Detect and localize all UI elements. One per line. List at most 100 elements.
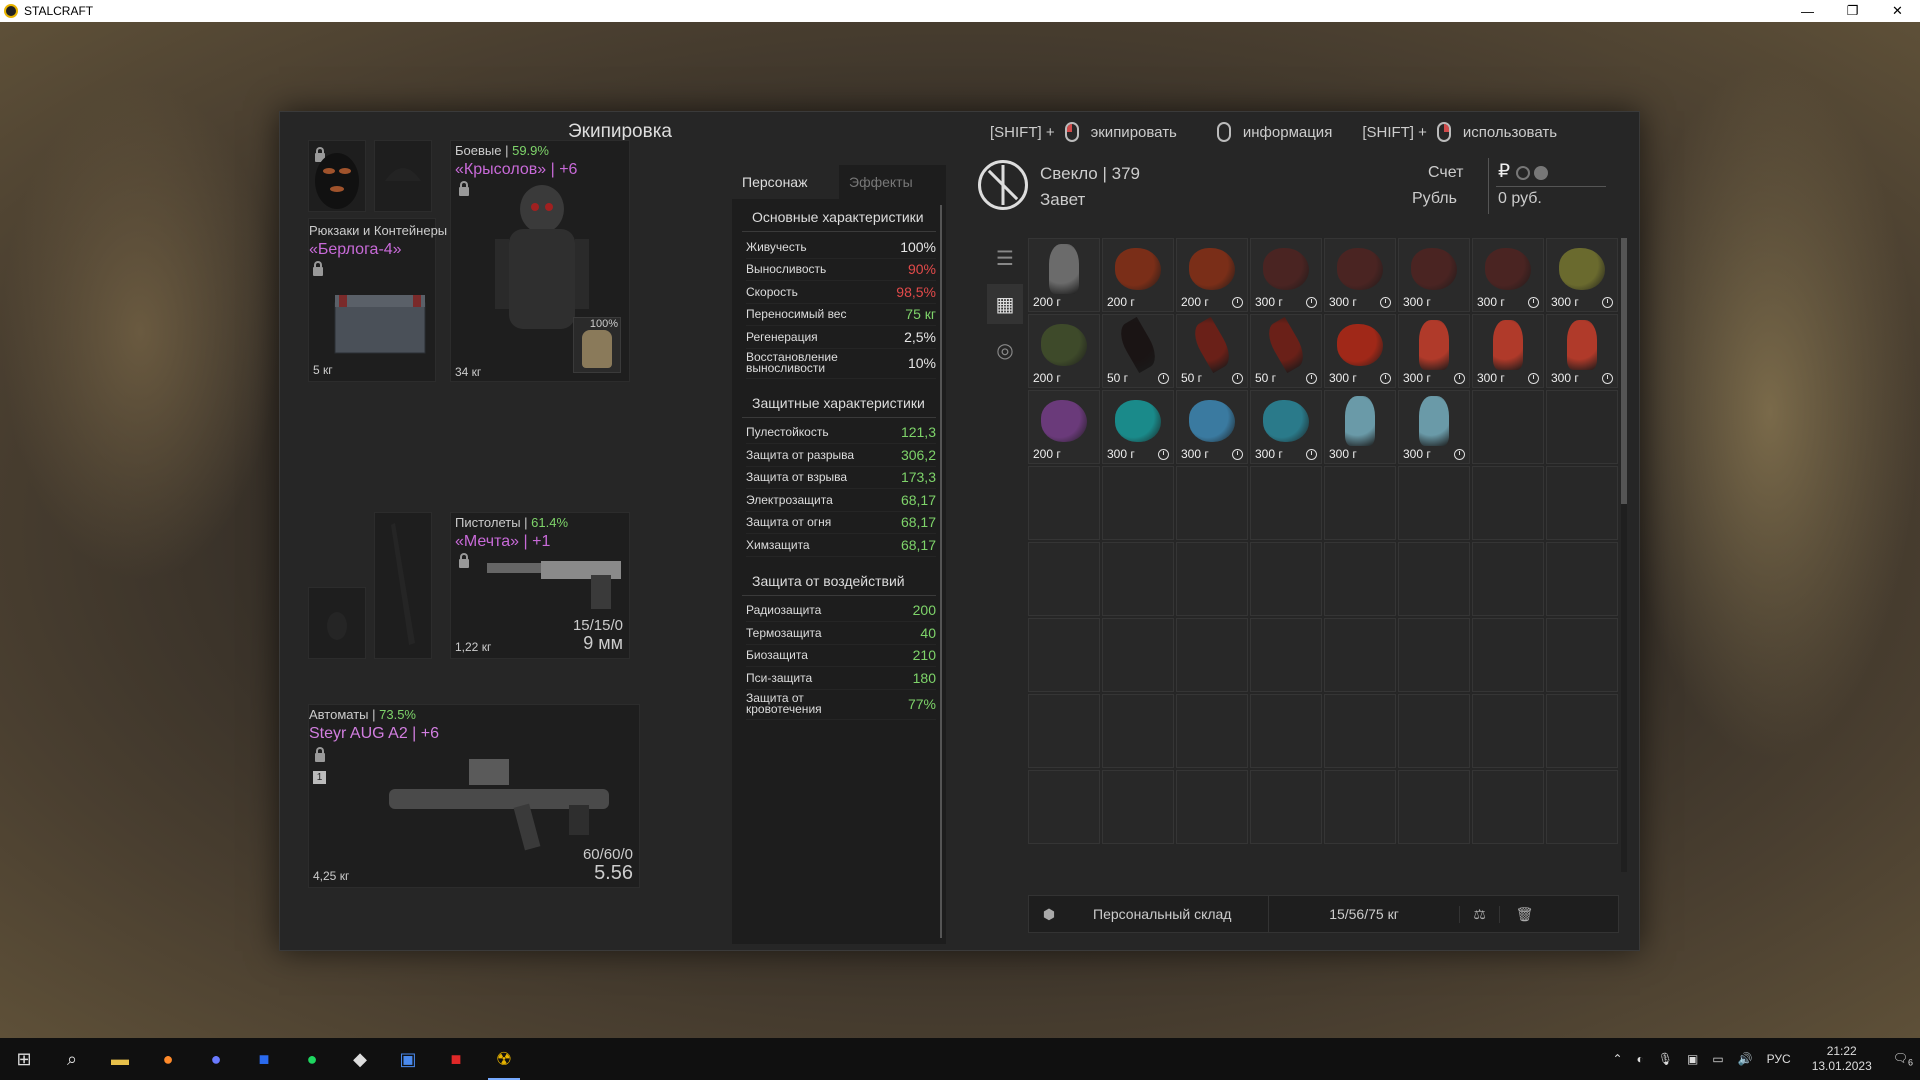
minimize-button[interactable]: — — [1785, 0, 1830, 22]
empty-inventory-cell[interactable] — [1324, 694, 1396, 768]
game-launcher-icon[interactable]: ◆ — [336, 1038, 384, 1080]
storage-button[interactable]: Персональный склад — [1069, 896, 1269, 932]
inventory-item[interactable]: 300 г — [1398, 314, 1470, 388]
language-indicator[interactable]: РУС — [1767, 1052, 1791, 1066]
inventory-item[interactable]: 50 г — [1102, 314, 1174, 388]
network-icon[interactable]: ▭ — [1712, 1052, 1723, 1066]
grenade-slot[interactable] — [308, 587, 366, 659]
file-explorer-icon[interactable]: ▬ — [96, 1038, 144, 1080]
tray-expand-icon[interactable]: ⌃ — [1612, 1052, 1622, 1066]
empty-inventory-cell[interactable] — [1472, 770, 1544, 844]
knife-slot[interactable] — [374, 512, 432, 659]
empty-inventory-cell[interactable] — [1102, 770, 1174, 844]
armor-plate[interactable]: 100% — [573, 317, 621, 373]
inventory-item[interactable]: 200 г — [1176, 238, 1248, 312]
app-icon-launcher[interactable]: ■ — [240, 1038, 288, 1080]
spotify-icon[interactable]: ● — [288, 1038, 336, 1080]
empty-inventory-cell[interactable] — [1546, 770, 1618, 844]
artifact-view-icon[interactable]: ◎ — [987, 330, 1023, 370]
empty-inventory-cell[interactable] — [1102, 542, 1174, 616]
inventory-item[interactable]: 200 г — [1102, 238, 1174, 312]
empty-inventory-cell[interactable] — [1546, 694, 1618, 768]
empty-inventory-cell[interactable] — [1472, 694, 1544, 768]
empty-inventory-cell[interactable] — [1102, 694, 1174, 768]
microphone-icon[interactable]: 🎙 — [1658, 1052, 1673, 1066]
helmet-slot[interactable] — [374, 140, 432, 212]
empty-inventory-cell[interactable] — [1324, 770, 1396, 844]
empty-inventory-cell[interactable] — [1398, 542, 1470, 616]
empty-inventory-cell[interactable] — [1176, 466, 1248, 540]
inventory-item[interactable]: 300 г — [1398, 390, 1470, 464]
inventory-item[interactable]: 300 г — [1250, 390, 1322, 464]
empty-inventory-cell[interactable] — [1324, 542, 1396, 616]
armor-slot[interactable]: Боевые | 59.9% «Крысолов» | +6 100% 34 к… — [450, 140, 630, 382]
empty-inventory-cell[interactable] — [1472, 390, 1544, 464]
empty-inventory-cell[interactable] — [1250, 466, 1322, 540]
firefox-icon[interactable]: ● — [144, 1038, 192, 1080]
tab-character[interactable]: Персонаж — [732, 165, 839, 199]
empty-inventory-cell[interactable] — [1250, 694, 1322, 768]
inventory-item[interactable]: 300 г — [1398, 238, 1470, 312]
empty-inventory-cell[interactable] — [1176, 770, 1248, 844]
empty-inventory-cell[interactable] — [1176, 694, 1248, 768]
inventory-item[interactable]: 300 г — [1546, 314, 1618, 388]
inventory-item[interactable]: 300 г — [1102, 390, 1174, 464]
close-button[interactable]: ✕ — [1875, 0, 1920, 22]
backpack-slot[interactable]: Рюкзаки и Контейнеры «Берлога-4» 5 кг — [308, 218, 447, 382]
tray-device-icon[interactable]: ▣ — [1687, 1052, 1698, 1066]
stalcraft-taskbar-icon[interactable]: ☢ — [480, 1038, 528, 1080]
rifle-slot[interactable]: Автоматы | 73.5% Steyr AUG A2 | +6 1 60/… — [308, 704, 640, 888]
empty-inventory-cell[interactable] — [1472, 542, 1544, 616]
empty-inventory-cell[interactable] — [1028, 770, 1100, 844]
tray-app-icon[interactable]: ◐ — [1637, 1052, 1644, 1066]
mask-slot[interactable] — [308, 140, 366, 212]
tab-effects[interactable]: Эффекты — [839, 165, 946, 199]
inventory-item[interactable]: 300 г — [1546, 238, 1618, 312]
inventory-item[interactable]: 200 г — [1028, 390, 1100, 464]
pistol-slot[interactable]: Пистолеты | 61.4% «Мечта» | +1 15/15/0 9… — [450, 512, 630, 659]
empty-inventory-cell[interactable] — [1028, 466, 1100, 540]
volume-icon[interactable]: 🔊 — [1738, 1052, 1753, 1066]
empty-inventory-cell[interactable] — [1250, 618, 1322, 692]
amd-icon[interactable]: ■ — [432, 1038, 480, 1080]
start-button[interactable]: ⊞ — [0, 1038, 48, 1080]
grid-view-icon[interactable]: ▦ — [987, 284, 1023, 324]
empty-inventory-cell[interactable] — [1102, 466, 1174, 540]
empty-inventory-cell[interactable] — [1546, 390, 1618, 464]
notifications-icon[interactable]: 🗨6 — [1893, 1051, 1913, 1067]
inventory-item[interactable]: 300 г — [1250, 238, 1322, 312]
search-icon[interactable]: ⌕ — [48, 1038, 96, 1080]
empty-inventory-cell[interactable] — [1176, 618, 1248, 692]
inventory-item[interactable]: 50 г — [1176, 314, 1248, 388]
inventory-item[interactable]: 300 г — [1324, 314, 1396, 388]
windows-app-icon[interactable]: ▣ — [384, 1038, 432, 1080]
empty-inventory-cell[interactable] — [1250, 770, 1322, 844]
tray-clock[interactable]: 21:22 13.01.2023 — [1812, 1044, 1872, 1074]
inventory-item[interactable]: 300 г — [1472, 238, 1544, 312]
empty-inventory-cell[interactable] — [1472, 618, 1544, 692]
empty-inventory-cell[interactable] — [1398, 618, 1470, 692]
empty-inventory-cell[interactable] — [1324, 618, 1396, 692]
inventory-item[interactable]: 50 г — [1250, 314, 1322, 388]
empty-inventory-cell[interactable] — [1398, 770, 1470, 844]
empty-inventory-cell[interactable] — [1472, 466, 1544, 540]
list-view-icon[interactable]: ☰ — [987, 238, 1023, 278]
empty-inventory-cell[interactable] — [1028, 618, 1100, 692]
empty-inventory-cell[interactable] — [1546, 542, 1618, 616]
inventory-scrollbar[interactable] — [1621, 238, 1627, 872]
empty-inventory-cell[interactable] — [1028, 694, 1100, 768]
empty-inventory-cell[interactable] — [1546, 466, 1618, 540]
discord-icon[interactable]: ● — [192, 1038, 240, 1080]
inventory-item[interactable]: 200 г — [1028, 314, 1100, 388]
empty-inventory-cell[interactable] — [1102, 618, 1174, 692]
inventory-item[interactable]: 300 г — [1324, 390, 1396, 464]
empty-inventory-cell[interactable] — [1398, 694, 1470, 768]
inventory-item[interactable]: 300 г — [1472, 314, 1544, 388]
restore-button[interactable]: ❐ — [1830, 0, 1875, 22]
empty-inventory-cell[interactable] — [1176, 542, 1248, 616]
empty-inventory-cell[interactable] — [1398, 466, 1470, 540]
empty-inventory-cell[interactable] — [1324, 466, 1396, 540]
empty-inventory-cell[interactable] — [1250, 542, 1322, 616]
empty-inventory-cell[interactable] — [1028, 542, 1100, 616]
inventory-item[interactable]: 300 г — [1324, 238, 1396, 312]
